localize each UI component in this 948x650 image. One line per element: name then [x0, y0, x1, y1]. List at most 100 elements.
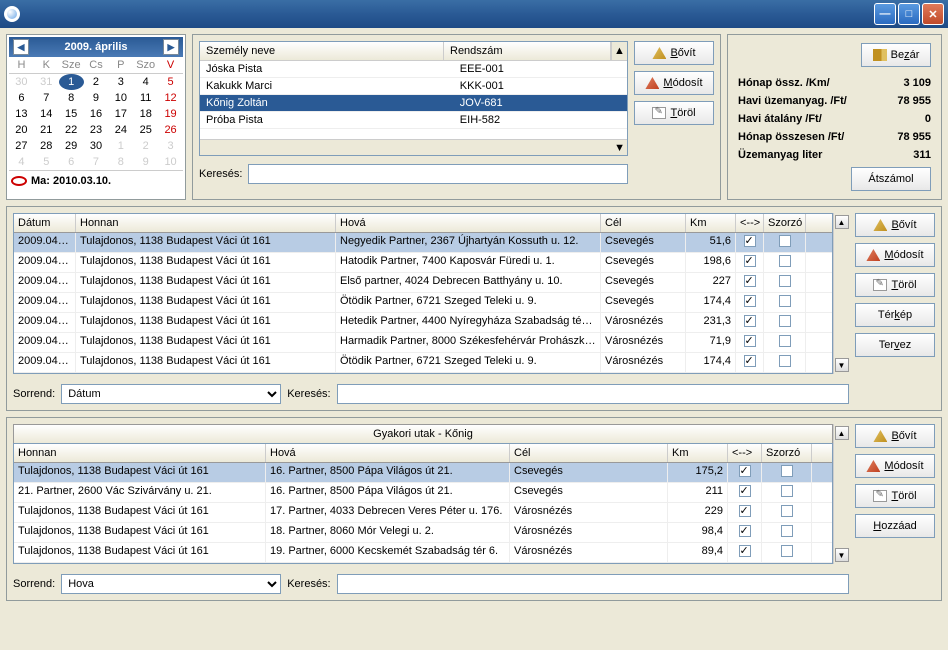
trips-edit-button[interactable]: Módosít [855, 243, 935, 267]
cal-day[interactable]: 9 [84, 90, 109, 106]
cal-day[interactable]: 7 [34, 90, 59, 106]
cal-day[interactable]: 5 [158, 74, 183, 90]
cell-rt[interactable] [728, 503, 762, 522]
cal-day[interactable]: 2 [84, 74, 109, 90]
scroll-down-icon[interactable]: ▼ [835, 548, 849, 562]
trips-del-button[interactable]: Töröl [855, 273, 935, 297]
cal-day[interactable]: 22 [59, 122, 84, 138]
trips-row[interactable]: 2009.04.17 Tulajdonos, 1138 Budapest Vác… [14, 313, 832, 333]
trips-plan-button[interactable]: Tervez [855, 333, 935, 357]
cal-day[interactable]: 24 [108, 122, 133, 138]
col-goal[interactable]: Cél [510, 444, 668, 462]
recalc-button[interactable]: Átszámol [851, 167, 931, 191]
cal-day[interactable]: 25 [133, 122, 158, 138]
cal-day[interactable]: 30 [9, 74, 34, 90]
col-date[interactable]: Dátum [14, 214, 76, 232]
cell-mul[interactable] [764, 333, 806, 352]
cal-day[interactable]: 12 [158, 90, 183, 106]
cell-mul[interactable] [764, 313, 806, 332]
freq-row[interactable]: Tulajdonos, 1138 Budapest Váci út 161 19… [14, 543, 832, 563]
col-to[interactable]: Hová [266, 444, 510, 462]
freq-row[interactable]: Tulajdonos, 1138 Budapest Váci út 161 17… [14, 503, 832, 523]
today-label[interactable]: Ma: 2010.03.10. [31, 175, 111, 187]
people-scroll-up[interactable]: ▲ [611, 42, 627, 60]
cal-day[interactable]: 11 [133, 90, 158, 106]
trips-row[interactable]: 2009.04.07 Tulajdonos, 1138 Budapest Vác… [14, 233, 832, 253]
col-mul[interactable]: Szorzó [762, 444, 812, 462]
cell-mul[interactable] [764, 253, 806, 272]
cell-rt[interactable] [736, 253, 764, 272]
cell-rt[interactable] [736, 353, 764, 372]
freq-sort-select[interactable]: Hova [61, 574, 281, 594]
cal-day[interactable]: 26 [158, 122, 183, 138]
freq-edit-button[interactable]: Módosít [855, 454, 935, 478]
people-add-button[interactable]: Bővít [634, 41, 714, 65]
col-goal[interactable]: Cél [601, 214, 686, 232]
cal-day[interactable]: 15 [59, 106, 84, 122]
cal-day[interactable]: 6 [59, 154, 84, 170]
cell-mul[interactable] [764, 273, 806, 292]
cal-day[interactable]: 6 [9, 90, 34, 106]
freq-row[interactable]: 21. Partner, 2600 Vác Szivárvány u. 21. … [14, 483, 832, 503]
cal-day[interactable]: 1 [108, 138, 133, 154]
cal-day[interactable]: 10 [108, 90, 133, 106]
cal-day[interactable]: 31 [34, 74, 59, 90]
cell-mul[interactable] [764, 233, 806, 252]
cal-day[interactable]: 4 [9, 154, 34, 170]
cell-rt[interactable] [736, 233, 764, 252]
cal-day[interactable]: 8 [108, 154, 133, 170]
cal-day[interactable]: 29 [59, 138, 84, 154]
col-from[interactable]: Honnan [76, 214, 336, 232]
cal-day[interactable]: 18 [133, 106, 158, 122]
trips-map-button[interactable]: Térkép [855, 303, 935, 327]
cell-rt[interactable] [736, 293, 764, 312]
freq-addto-button[interactable]: Hozzáad [855, 514, 935, 538]
trips-sort-select[interactable]: Dátum [61, 384, 281, 404]
freq-search-input[interactable] [337, 574, 849, 594]
cell-mul[interactable] [762, 543, 812, 562]
trips-scrollbar[interactable]: ▲ ▼ [833, 213, 849, 374]
cal-day[interactable]: 9 [133, 154, 158, 170]
cal-day[interactable]: 7 [84, 154, 109, 170]
people-del-button[interactable]: Töröl [634, 101, 714, 125]
col-rt[interactable]: <--> [728, 444, 762, 462]
cal-day[interactable]: 8 [59, 90, 84, 106]
trips-row[interactable]: 2009.04.22 Tulajdonos, 1138 Budapest Vác… [14, 353, 832, 373]
col-km[interactable]: Km [668, 444, 728, 462]
col-km[interactable]: Km [686, 214, 736, 232]
cal-day[interactable]: 21 [34, 122, 59, 138]
cell-rt[interactable] [736, 313, 764, 332]
people-row[interactable]: Jóska PistaEEE-001 [200, 61, 627, 78]
cell-mul[interactable] [764, 293, 806, 312]
cell-mul[interactable] [762, 503, 812, 522]
people-row[interactable]: Kőnig ZoltánJOV-681 [200, 95, 627, 112]
cal-day[interactable]: 19 [158, 106, 183, 122]
cal-day[interactable]: 20 [9, 122, 34, 138]
people-row[interactable]: Kakukk MarciKKK-001 [200, 78, 627, 95]
col-plate[interactable]: Rendszám [444, 42, 611, 60]
scroll-up-icon[interactable]: ▲ [835, 426, 849, 440]
cell-rt[interactable] [728, 463, 762, 482]
cal-day[interactable]: 28 [34, 138, 59, 154]
cell-rt[interactable] [728, 523, 762, 542]
trips-row[interactable]: 2009.04.09 Tulajdonos, 1138 Budapest Vác… [14, 253, 832, 273]
cal-day[interactable]: 3 [108, 74, 133, 90]
cal-next-button[interactable]: ▶ [163, 39, 179, 55]
trips-row[interactable]: 2009.04.15 Tulajdonos, 1138 Budapest Vác… [14, 293, 832, 313]
cal-prev-button[interactable]: ◀ [13, 39, 29, 55]
freq-del-button[interactable]: Töröl [855, 484, 935, 508]
cal-day[interactable]: 23 [84, 122, 109, 138]
cal-day[interactable]: 5 [34, 154, 59, 170]
people-search-input[interactable] [248, 164, 628, 184]
trips-row[interactable]: 2009.04.11 Tulajdonos, 1138 Budapest Vác… [14, 273, 832, 293]
scroll-down-icon[interactable]: ▼ [835, 358, 849, 372]
cal-day[interactable]: 30 [84, 138, 109, 154]
col-from[interactable]: Honnan [14, 444, 266, 462]
people-scroll-down[interactable]: ▼ [200, 139, 627, 155]
freq-scrollbar[interactable]: ▲ ▼ [833, 424, 849, 564]
col-rt[interactable]: <--> [736, 214, 764, 232]
cal-day[interactable]: 13 [9, 106, 34, 122]
cell-rt[interactable] [728, 543, 762, 562]
close-page-button[interactable]: Bezár [861, 43, 931, 67]
cell-mul[interactable] [764, 353, 806, 372]
